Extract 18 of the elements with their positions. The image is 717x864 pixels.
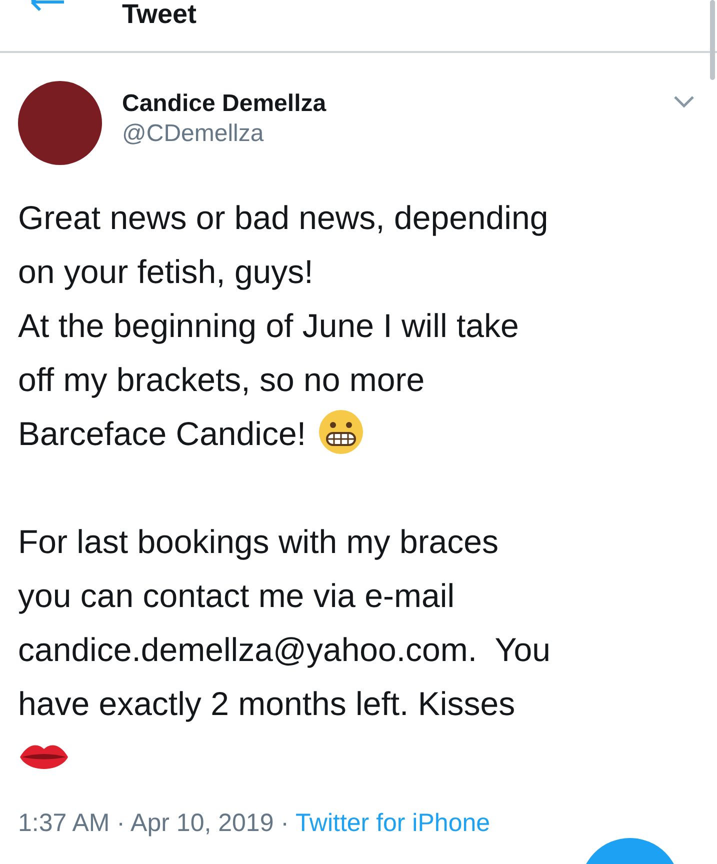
- back-arrow-icon[interactable]: [30, 0, 66, 14]
- source-link[interactable]: Twitter for iPhone: [296, 809, 490, 837]
- scrollbar-icon: [710, 0, 715, 80]
- tweet-timestamp: 1:37 AM · Apr 10, 2019 ·: [18, 809, 290, 837]
- display-name: Candice Demellza: [122, 89, 328, 119]
- tweet-text-line: have exactly 2 months left. Kisses: [18, 685, 516, 722]
- tweet-text-line: Great news or bad news, depending: [18, 199, 548, 236]
- user-handle: @CDemellza: [122, 119, 265, 149]
- tweet-text-line: For last bookings with my braces: [18, 523, 499, 560]
- header-title: Tweet: [122, 1, 197, 28]
- tweet-text-line: on your fetish, guys!: [18, 253, 314, 290]
- tweet-text-line: you can contact me via e-mail: [18, 577, 455, 614]
- tweet-text-line: off my brackets, so no more: [18, 361, 425, 398]
- chevron-down-icon[interactable]: [673, 95, 695, 109]
- tweet-text-line: At the beginning of June I will take: [18, 307, 519, 344]
- tweet-text-line: candice.demellza@yahoo.com. You: [18, 631, 550, 668]
- grimacing-face-icon: [318, 409, 364, 456]
- tweet-text-line: Barceface Candice!: [18, 415, 306, 452]
